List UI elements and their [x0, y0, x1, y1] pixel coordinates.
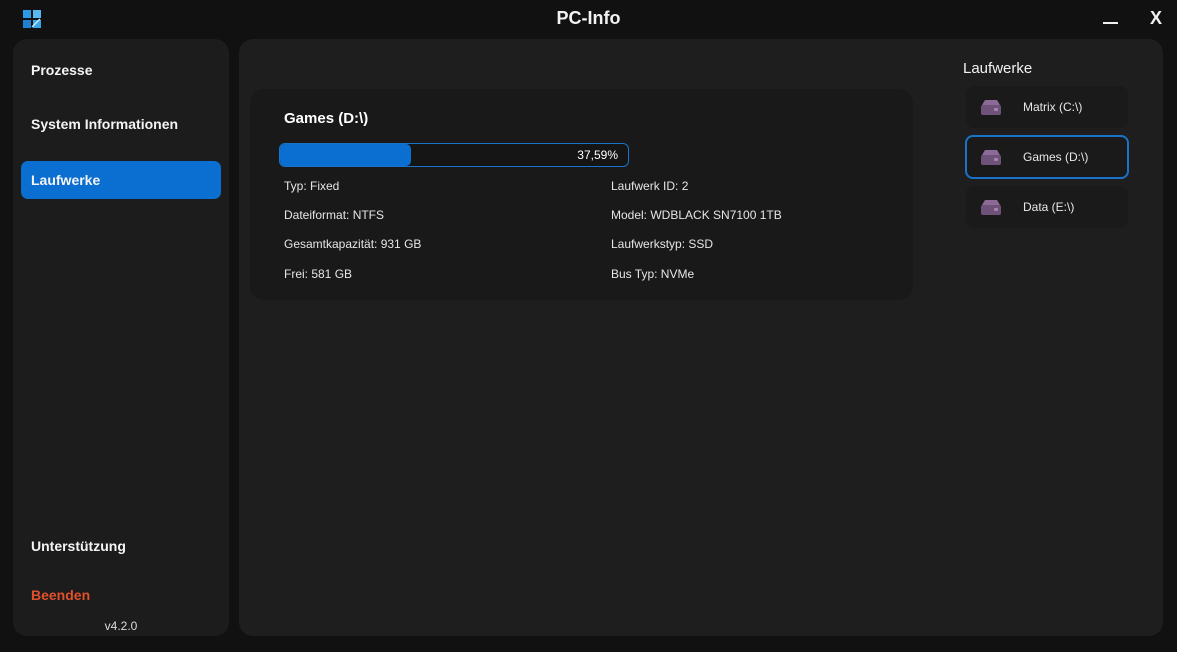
- drive-capacity: Gesamtkapazität: 931 GB: [284, 237, 422, 251]
- minimize-button[interactable]: [1101, 6, 1123, 32]
- drive-label: Games (D:\): [1023, 150, 1089, 164]
- exit-button[interactable]: Beenden: [21, 576, 221, 614]
- nav-item-prozesse[interactable]: Prozesse: [21, 51, 221, 89]
- drive-model: Model: WDBLACK SN7100 1TB: [611, 208, 782, 222]
- drive-type: Typ: Fixed: [284, 179, 340, 193]
- window-title: PC-Info: [556, 8, 621, 28]
- drive-title: Games (D:\): [284, 110, 369, 127]
- drive-bus: Bus Typ: NVMe: [611, 267, 695, 281]
- drive-icon: [981, 150, 1001, 165]
- drive-item-c[interactable]: Matrix (C:\): [966, 86, 1128, 128]
- close-button[interactable]: X: [1146, 8, 1166, 30]
- drive-icon: [981, 200, 1001, 215]
- nav-item-unterstuetzung[interactable]: Unterstützung: [21, 527, 221, 565]
- drive-kind: Laufwerkstyp: SSD: [611, 237, 714, 251]
- drive-item-d[interactable]: Games (D:\): [965, 135, 1129, 179]
- usage-progress-bar: 37,59%: [279, 143, 629, 167]
- minimize-icon: [1103, 22, 1118, 24]
- nav-item-label: Prozesse: [31, 62, 93, 78]
- drive-free: Frei: 581 GB: [284, 267, 353, 281]
- drive-item-e[interactable]: Data (E:\): [966, 186, 1128, 228]
- usage-percent: 37,59%: [577, 148, 618, 162]
- drive-label: Data (E:\): [1023, 200, 1075, 214]
- drives-list-title: Laufwerke: [963, 60, 1033, 77]
- drive-filesystem: Dateiformat: NTFS: [284, 208, 385, 222]
- usage-progress-fill: [280, 144, 411, 166]
- version-label: v4.2.0: [104, 619, 138, 633]
- nav-item-label: Laufwerke: [31, 172, 101, 188]
- nav-item-label: Unterstützung: [31, 538, 126, 554]
- drive-icon: [981, 100, 1001, 115]
- drive-id: Laufwerk ID: 2: [611, 179, 689, 193]
- exit-label: Beenden: [31, 587, 91, 603]
- drive-label: Matrix (C:\): [1023, 100, 1083, 114]
- nav-item-laufwerke[interactable]: Laufwerke: [21, 161, 221, 199]
- nav-item-system-informationen[interactable]: System Informationen: [21, 105, 221, 143]
- drive-details-card: Games (D:\) 37,59% Typ: Fixed Dateiforma…: [250, 89, 913, 300]
- nav-item-label: System Informationen: [31, 116, 179, 132]
- main-panel: Games (D:\) 37,59% Typ: Fixed Dateiforma…: [239, 39, 1163, 636]
- title-bar: PC-Info X: [0, 0, 1177, 38]
- sidebar: Prozesse System Informationen Laufwerke …: [13, 39, 229, 636]
